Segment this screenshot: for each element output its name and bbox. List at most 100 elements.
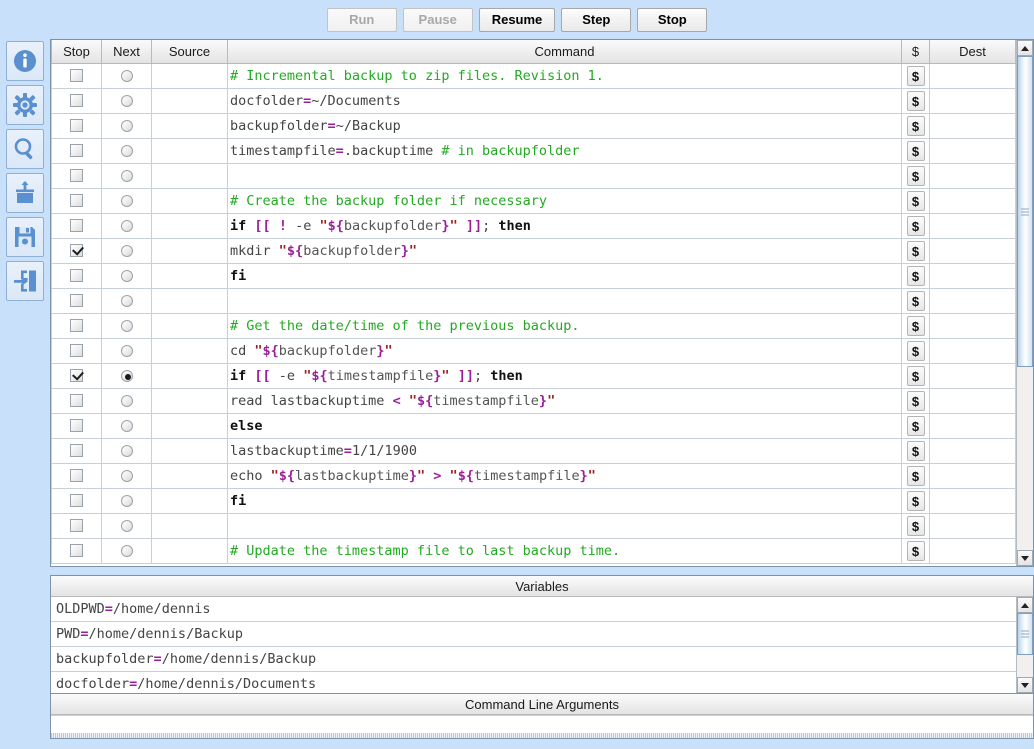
command-cell[interactable] bbox=[228, 163, 902, 188]
table-row[interactable]: if [[ -e "${timestampfile}" ]]; then$ bbox=[52, 363, 1016, 388]
shell-prompt-button[interactable]: $ bbox=[907, 466, 925, 486]
dest-cell[interactable] bbox=[930, 313, 1016, 338]
source-cell[interactable] bbox=[152, 338, 228, 363]
dest-cell[interactable] bbox=[930, 63, 1016, 88]
stop-checkbox[interactable] bbox=[70, 144, 83, 157]
run-button[interactable]: Run bbox=[327, 8, 397, 32]
stop-cell[interactable] bbox=[52, 163, 102, 188]
shell-prompt-button[interactable]: $ bbox=[907, 316, 925, 336]
command-cell[interactable]: if [[ ! -e "${backupfolder}" ]]; then bbox=[228, 213, 902, 238]
dest-cell[interactable] bbox=[930, 238, 1016, 263]
stop-checkbox[interactable] bbox=[70, 469, 83, 482]
dest-cell[interactable] bbox=[930, 338, 1016, 363]
next-cell[interactable] bbox=[102, 388, 152, 413]
source-cell[interactable] bbox=[152, 538, 228, 563]
next-radio[interactable] bbox=[121, 170, 133, 182]
var-scroll-up-arrow-icon[interactable] bbox=[1017, 597, 1033, 613]
dest-cell[interactable] bbox=[930, 88, 1016, 113]
stop-cell[interactable] bbox=[52, 213, 102, 238]
stop-cell[interactable] bbox=[52, 363, 102, 388]
source-cell[interactable] bbox=[152, 213, 228, 238]
command-cell[interactable]: timestampfile=.backuptime # in backupfol… bbox=[228, 138, 902, 163]
dest-cell[interactable] bbox=[930, 263, 1016, 288]
source-cell[interactable] bbox=[152, 188, 228, 213]
variable-row[interactable]: PWD=/home/dennis/Backup bbox=[51, 622, 1016, 647]
stop-checkbox[interactable] bbox=[70, 169, 83, 182]
variable-row[interactable]: OLDPWD=/home/dennis bbox=[51, 597, 1016, 622]
next-radio[interactable] bbox=[121, 220, 133, 232]
next-cell[interactable] bbox=[102, 213, 152, 238]
dollar-cell[interactable]: $ bbox=[902, 388, 930, 413]
next-cell[interactable] bbox=[102, 413, 152, 438]
shell-prompt-button[interactable]: $ bbox=[907, 491, 925, 511]
stop-cell[interactable] bbox=[52, 538, 102, 563]
stop-checkbox[interactable] bbox=[70, 444, 83, 457]
command-cell[interactable]: cd "${backupfolder}" bbox=[228, 338, 902, 363]
step-button[interactable]: Step bbox=[561, 8, 631, 32]
next-radio[interactable] bbox=[121, 545, 133, 557]
table-row[interactable]: $ bbox=[52, 513, 1016, 538]
table-row[interactable]: mkdir "${backupfolder}"$ bbox=[52, 238, 1016, 263]
stop-checkbox[interactable] bbox=[70, 269, 83, 282]
sidebar-item-exit[interactable] bbox=[6, 261, 44, 301]
variables-scrollbar[interactable] bbox=[1016, 597, 1033, 693]
stop-checkbox[interactable] bbox=[70, 419, 83, 432]
stop-checkbox[interactable] bbox=[70, 244, 83, 257]
dollar-cell[interactable]: $ bbox=[902, 113, 930, 138]
shell-prompt-button[interactable]: $ bbox=[907, 541, 925, 561]
shell-prompt-button[interactable]: $ bbox=[907, 241, 925, 261]
command-cell[interactable]: backupfolder=~/Backup bbox=[228, 113, 902, 138]
next-cell[interactable] bbox=[102, 488, 152, 513]
dest-cell[interactable] bbox=[930, 388, 1016, 413]
stop-cell[interactable] bbox=[52, 238, 102, 263]
table-row[interactable]: else$ bbox=[52, 413, 1016, 438]
dollar-cell[interactable]: $ bbox=[902, 363, 930, 388]
dest-cell[interactable] bbox=[930, 513, 1016, 538]
dollar-cell[interactable]: $ bbox=[902, 63, 930, 88]
col-header-stop[interactable]: Stop bbox=[52, 40, 102, 63]
stop-cell[interactable] bbox=[52, 63, 102, 88]
sidebar-item-extract[interactable] bbox=[6, 173, 44, 213]
dest-cell[interactable] bbox=[930, 213, 1016, 238]
stop-cell[interactable] bbox=[52, 513, 102, 538]
next-cell[interactable] bbox=[102, 138, 152, 163]
next-radio[interactable] bbox=[121, 420, 133, 432]
dest-cell[interactable] bbox=[930, 413, 1016, 438]
next-cell[interactable] bbox=[102, 63, 152, 88]
table-row[interactable]: $ bbox=[52, 163, 1016, 188]
command-cell[interactable]: # Update the timestamp file to last back… bbox=[228, 538, 902, 563]
stop-checkbox[interactable] bbox=[70, 94, 83, 107]
dollar-cell[interactable]: $ bbox=[902, 513, 930, 538]
stop-checkbox[interactable] bbox=[70, 494, 83, 507]
next-radio[interactable] bbox=[121, 145, 133, 157]
shell-prompt-button[interactable]: $ bbox=[907, 341, 925, 361]
col-header-source[interactable]: Source bbox=[152, 40, 228, 63]
shell-prompt-button[interactable]: $ bbox=[907, 141, 925, 161]
shell-prompt-button[interactable]: $ bbox=[907, 416, 925, 436]
next-cell[interactable] bbox=[102, 338, 152, 363]
next-radio[interactable] bbox=[121, 245, 133, 257]
dollar-cell[interactable]: $ bbox=[902, 438, 930, 463]
table-row[interactable]: # Create the backup folder if necessary$ bbox=[52, 188, 1016, 213]
dollar-cell[interactable]: $ bbox=[902, 213, 930, 238]
dollar-cell[interactable]: $ bbox=[902, 463, 930, 488]
col-header-dollar[interactable]: $ bbox=[902, 40, 930, 63]
source-cell[interactable] bbox=[152, 463, 228, 488]
stop-checkbox[interactable] bbox=[70, 344, 83, 357]
table-row[interactable]: lastbackuptime=1/1/1900$ bbox=[52, 438, 1016, 463]
dest-cell[interactable] bbox=[930, 463, 1016, 488]
stop-checkbox[interactable] bbox=[70, 544, 83, 557]
source-cell[interactable] bbox=[152, 288, 228, 313]
dest-cell[interactable] bbox=[930, 538, 1016, 563]
dest-cell[interactable] bbox=[930, 138, 1016, 163]
dollar-cell[interactable]: $ bbox=[902, 313, 930, 338]
command-cell[interactable]: echo "${lastbackuptime}" > "${timestampf… bbox=[228, 463, 902, 488]
stop-cell[interactable] bbox=[52, 438, 102, 463]
sidebar-item-settings[interactable] bbox=[6, 85, 44, 125]
next-radio[interactable] bbox=[121, 295, 133, 307]
variables-scroll-thumb[interactable] bbox=[1017, 613, 1033, 655]
next-cell[interactable] bbox=[102, 538, 152, 563]
stop-button[interactable]: Stop bbox=[637, 8, 707, 32]
command-cell[interactable]: read lastbackuptime < "${timestampfile}" bbox=[228, 388, 902, 413]
dollar-cell[interactable]: $ bbox=[902, 138, 930, 163]
